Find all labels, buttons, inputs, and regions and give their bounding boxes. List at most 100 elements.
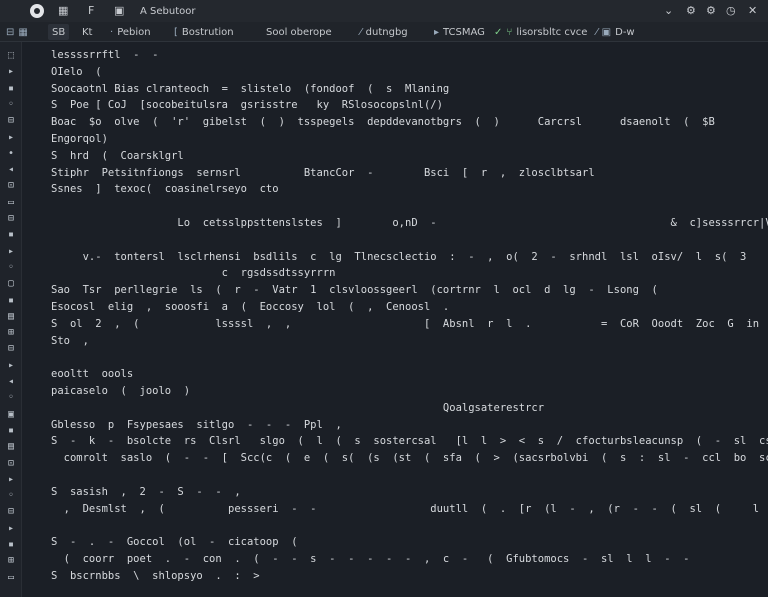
rail-icon[interactable]: ⊟ [5,343,17,355]
rail-icon[interactable]: ◦ [5,392,17,404]
tab-dw[interactable]: ⁄ ▣ D-w [596,24,635,40]
code-token: lessssrrftl - - [51,49,159,61]
close-icon[interactable]: ✕ [748,3,757,19]
rail-icon[interactable]: ⊡ [5,180,17,192]
code-token: paicaselo ( joolo ) [51,385,191,397]
code-line[interactable]: S - k - bsolcte rs Clsrl slgo ( l ( s so… [51,434,768,448]
code-line[interactable]: Ssnes ] texoc( coasinelrseyo cto [51,182,279,196]
code-line[interactable]: eooltt oools [51,367,133,381]
gear-icon[interactable]: ⚙ [706,3,716,19]
rail-icon[interactable]: ▪ [5,295,17,307]
code-token: S - . - Goccol (ol - cicatoop ( [51,536,298,549]
code-line[interactable]: lessssrrftl - - [51,48,158,62]
bracket-icon: [ [174,26,178,38]
code-line[interactable]: Gblesso p Fsypesaes sitlgo - - - Ppl , [51,418,342,432]
code-line[interactable]: Boac $o olve ( 'r' gibelst ( ) tsspegels… [51,115,715,129]
arrow-icon: ▸ [434,26,440,38]
code-token: Sto , [51,334,89,347]
tab-kt[interactable]: Kt [82,24,92,40]
code-line[interactable]: Stiphr Petsitnfiongs sernsrl BtancCor - … [51,166,595,180]
code-token: Engorqol) [51,133,108,145]
wand-icon: ⁄ [360,26,362,38]
rail-icon[interactable]: ◦ [5,490,17,502]
activity-rail: ⬚ ▸ ▪ ◦ ⊟ ▸ • ◂ ⊡ ▭ ⊟ ▪ ▸ ◦ ▢ ▪ ▤ ⊞ ⊟ ▸ ◂ ◦ ▣ ▪ ▤ ⊡ ▸ ◦ ⊟ ▸ ▪ ⊞ ▭ [0,42,22,597]
rail-icon[interactable]: ▤ [5,311,17,323]
tab-label: TCSMAG [443,26,485,38]
rail-icon[interactable]: ▪ [5,539,17,551]
rail-icon[interactable]: ⊟ [5,213,17,225]
code-line[interactable]: OIelo ( [51,65,102,79]
code-line[interactable]: Soocaotnl Bias clranteoch = slistelo (fo… [51,82,449,96]
rail-icon[interactable]: ▸ [5,66,17,78]
settings-icon[interactable]: ⚙ [686,3,696,19]
rail-icon[interactable]: ▸ [5,132,17,144]
title-bar: ▦ F ▣ A Sebutoor ⌄ ⚙ ⚙ ◷ ✕ [0,0,768,22]
tab-sb[interactable]: SB [48,24,70,40]
code-token: ( coorr poet . - con . ( - - s - - - - -… [51,553,690,565]
rail-icon[interactable]: ▭ [5,197,17,209]
tab-sool-oberope[interactable]: Sool oberope [266,24,332,40]
rail-icon[interactable]: ⊞ [5,327,17,339]
code-line[interactable]: S - . - Goccol (ol - cicatoop ( [51,535,298,549]
rail-icon[interactable]: ◦ [5,262,17,274]
tab-bostrution[interactable]: [Bostrution [174,24,234,40]
rail-icon[interactable]: ◂ [5,164,17,176]
rail-icon[interactable]: ▸ [5,474,17,486]
rail-icon[interactable]: ▣ [5,409,17,421]
panel-icon: ▦ [18,26,28,38]
code-line[interactable]: comrolt saslo ( - - [ Scc(c ( e ( s( (s … [51,451,768,465]
code-line[interactable]: S Poe [ CoJ [socobeitulsra gsrisstre ky … [51,98,443,112]
code-line[interactable]: Lo cetsslppsttenslstes ] o,nD - & c]sess… [51,216,768,230]
rail-icon[interactable]: ▸ [5,246,17,258]
code-line[interactable]: Sao Tsr perllegrie ls ( r - Vatr 1 clsvl… [51,283,658,297]
code-line[interactable]: , Desmlst , ( pessseri - - duutll ( . [r… [51,502,768,516]
code-line[interactable]: ( coorr poet . - con . ( - - s - - - - -… [51,552,690,566]
code-line[interactable]: paicaselo ( joolo ) [51,384,190,398]
tab-dutngbg[interactable]: ⁄ dutngbg [360,24,408,40]
rail-icon[interactable]: • [5,148,17,160]
rail-icon[interactable]: ▭ [5,572,17,584]
tab-pebion[interactable]: · Pebion [110,24,151,40]
rail-icon[interactable]: ▸ [5,360,17,372]
code-token: Soocaotnl Bias clranteoch = slistelo (fo… [51,82,450,95]
code-token: S ol 2 , ( lssssl , , [ Absnl r l . = Co… [51,317,768,330]
toolbar-item-sb[interactable]: ⊟ ▦ [6,24,28,40]
tab-tcsmag[interactable]: ▸ TCSMAG [434,24,485,40]
code-editor[interactable]: lessssrrftl - - OIelo ( Soocaotnl Bias clr… [23,42,768,597]
rail-icon[interactable]: ▢ [5,278,17,290]
tab-label: Pebion [117,26,151,38]
code-token: Esocosl elig , sooosfi a ( Eoccosy lol (… [51,301,450,313]
menu-icon[interactable]: ▦ [58,3,68,19]
rail-icon[interactable]: ⊟ [5,115,17,127]
code-line[interactable]: c rgsdssdtssyrrrn [51,266,336,280]
window-title: A Sebutoor [140,5,196,17]
rail-icon[interactable]: ◦ [5,99,17,111]
tab-lisorsbltc[interactable]: ✓ ⑂ lisorsbltc cvce [494,24,587,40]
rail-icon[interactable]: ⊞ [5,555,17,567]
app-logo-icon[interactable] [30,3,44,19]
rail-icon[interactable]: ▪ [5,425,17,437]
rail-icon[interactable]: ⬚ [5,50,17,62]
rail-icon[interactable]: ⊟ [5,506,17,518]
code-line[interactable]: Esocosl elig , sooosfi a ( Eoccosy lol (… [51,300,449,314]
rail-icon[interactable]: ▸ [5,523,17,535]
rail-icon[interactable]: ⊡ [5,458,17,470]
edit-icon[interactable]: ▣ [114,3,124,19]
rail-icon[interactable]: ◂ [5,376,17,388]
rail-icon[interactable]: ▪ [5,83,17,95]
code-line[interactable]: v.- tontersl lsclrhensi bsdlils c lg Tln… [51,250,747,264]
code-line[interactable]: Qoalgsaterestrcr [51,401,544,415]
rail-icon[interactable]: ▪ [5,229,17,241]
reload-icon[interactable]: ◷ [726,3,736,19]
code-line[interactable]: S ol 2 , ( lssssl , , [ Absnl r l . = Co… [51,317,768,331]
rail-icon[interactable]: ▤ [5,441,17,453]
code-line[interactable]: Engorqol) [51,132,108,146]
code-line[interactable]: S hrd ( Coarsklgrl [51,149,184,163]
code-line[interactable]: S bscrnbbs \ shlopsyo . : > [51,569,260,583]
code-line[interactable]: S sasish , 2 - S - - , [51,485,241,499]
minimize-icon[interactable]: ⌄ [664,3,673,19]
tab-label: Kt [82,26,93,38]
doc-icon: · [110,26,114,38]
file-icon[interactable]: F [88,3,94,19]
code-line[interactable]: Sto , [51,334,89,348]
